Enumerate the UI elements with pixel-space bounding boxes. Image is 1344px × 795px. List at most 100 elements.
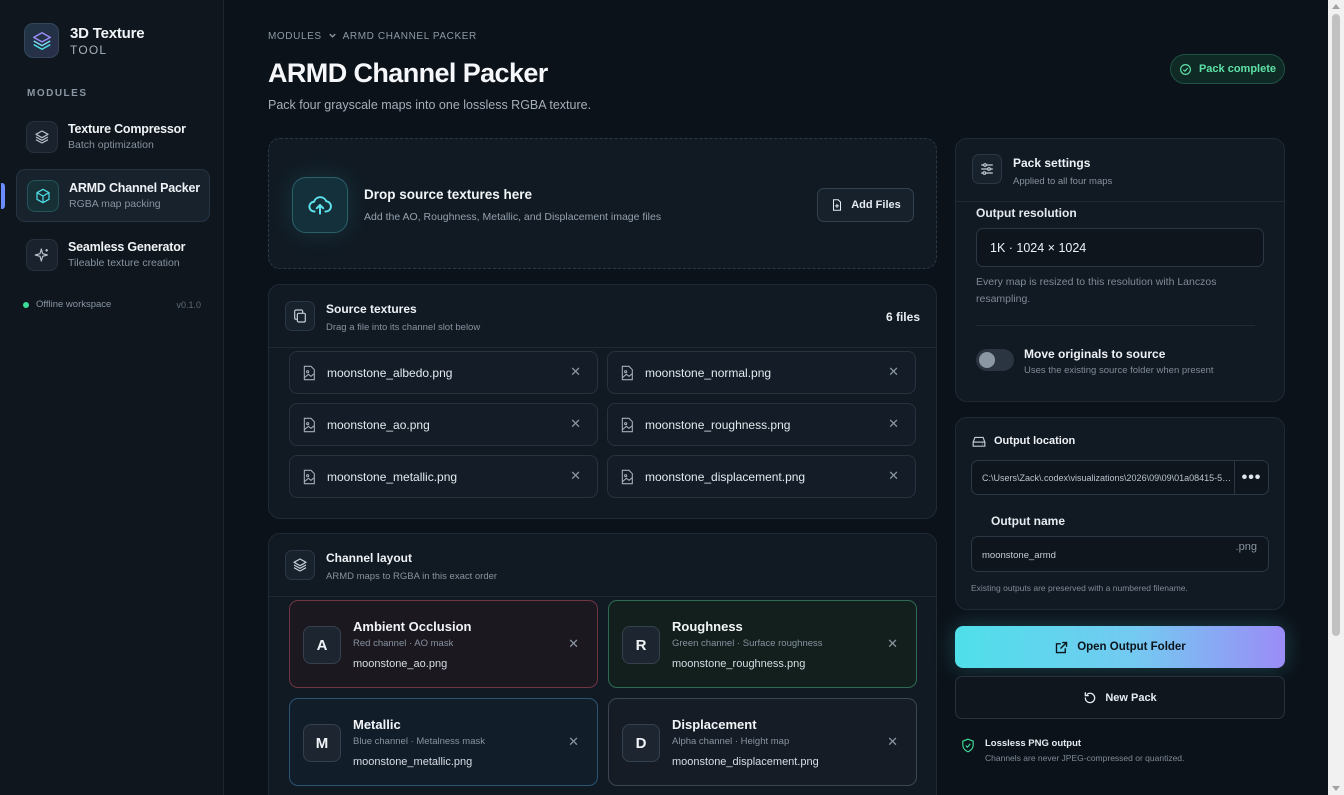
sidebar-item-armd-channel-packer[interactable]: ARMD Channel Packer RGBA map packing — [1, 169, 210, 222]
channel-file: moonstone_metallic.png — [353, 756, 473, 768]
remove-file-icon[interactable]: ✕ — [570, 468, 581, 484]
sparkle-icon — [26, 238, 58, 271]
scrollbar-thumb[interactable] — [1332, 14, 1340, 636]
source-file-name: moonstone_ao.png — [327, 417, 430, 432]
chevron-down-icon — [328, 31, 337, 42]
channel-file: moonstone_roughness.png — [672, 658, 806, 670]
channel-subtitle: Green channel · Surface roughness — [672, 638, 823, 649]
source-file-item[interactable]: moonstone_normal.png ✕ — [607, 351, 916, 394]
add-files-label: Add Files — [851, 199, 901, 211]
image-file-icon — [621, 365, 633, 380]
sidebar-item-title: Seamless Generator — [68, 240, 186, 254]
sidebar-item-subtitle: Tileable texture creation — [68, 257, 180, 269]
output-extension: .png — [1235, 541, 1257, 553]
channel-layout-title: Channel layout — [326, 551, 413, 565]
output-name-field[interactable]: moonstone_armd .png — [971, 536, 1269, 572]
brand: 3D Texture TOOL — [24, 23, 145, 58]
channel-layout-panel: Channel layout ARMD maps to RGBA in this… — [268, 533, 937, 795]
lossless-note: Lossless PNG output Channels are never J… — [961, 738, 1184, 763]
toggle-title: Move originals to source — [1024, 347, 1166, 361]
toggle-subtitle: Uses the existing source folder when pre… — [1024, 365, 1214, 376]
copy-icon — [285, 301, 315, 331]
channel-slot-metallic[interactable]: M Metallic Blue channel · Metalness mask… — [289, 698, 598, 786]
source-file-item[interactable]: moonstone_roughness.png ✕ — [607, 403, 916, 446]
sidebar-item-title: ARMD Channel Packer — [69, 181, 200, 195]
channel-subtitle: Blue channel · Metalness mask — [353, 736, 486, 747]
clear-channel-icon[interactable]: ✕ — [887, 636, 898, 652]
lossless-subtitle: Channels are never JPEG-compressed or qu… — [985, 753, 1185, 763]
dropzone-title: Drop source textures here — [364, 187, 533, 202]
status-label: Pack complete — [1198, 63, 1277, 75]
output-name-label: Output name — [991, 514, 1065, 528]
dropzone-subtitle: Add the AO, Roughness, Metallic, and Dis… — [364, 211, 662, 223]
channel-title: Displacement — [672, 717, 757, 732]
sidebar-item-seamless-generator[interactable]: Seamless Generator Tileable texture crea… — [16, 228, 210, 281]
refresh-icon — [1085, 691, 1096, 703]
source-file-name: moonstone_roughness.png — [645, 417, 791, 432]
pack-settings-subtitle: Applied to all four maps — [1013, 176, 1113, 187]
channel-slot-roughness[interactable]: R Roughness Green channel · Surface roug… — [608, 600, 917, 688]
remove-file-icon[interactable]: ✕ — [888, 468, 899, 484]
layers-icon — [285, 550, 315, 580]
source-file-item[interactable]: moonstone_albedo.png ✕ — [289, 351, 598, 394]
version-label: v0.1.0 — [176, 299, 201, 310]
external-link-icon — [1056, 641, 1068, 653]
channel-title: Ambient Occlusion — [353, 619, 472, 634]
more-icon[interactable]: ••• — [1234, 461, 1268, 494]
workspace-status: Offline workspace v0.1.0 — [23, 299, 201, 310]
resolution-label: Output resolution — [976, 206, 1077, 220]
move-originals-toggle[interactable] — [976, 349, 1014, 371]
clear-channel-icon[interactable]: ✕ — [887, 734, 898, 750]
source-textures-subtitle: Drag a file into its channel slot below — [326, 322, 481, 333]
sidebar-item-title: Texture Compressor — [68, 122, 186, 136]
channel-letter: M — [303, 724, 341, 762]
status-dot — [23, 301, 29, 308]
breadcrumb-root[interactable]: MODULES — [268, 31, 322, 42]
add-files-button[interactable]: Add Files — [817, 188, 914, 222]
source-file-item[interactable]: moonstone_ao.png ✕ — [289, 403, 598, 446]
source-file-item[interactable]: moonstone_displacement.png ✕ — [607, 455, 916, 498]
divider — [956, 201, 1284, 202]
divider — [976, 325, 1255, 326]
image-file-icon — [621, 417, 633, 432]
channel-slot-ao[interactable]: A Ambient Occlusion Red channel · AO mas… — [289, 600, 598, 688]
dropzone[interactable]: Drop source textures here Add the AO, Ro… — [268, 138, 937, 269]
source-file-name: moonstone_displacement.png — [645, 469, 806, 484]
source-file-name: moonstone_normal.png — [645, 365, 772, 380]
sidebar-item-texture-compressor[interactable]: Texture Compressor Batch optimization — [16, 110, 210, 163]
source-file-item[interactable]: moonstone_metallic.png ✕ — [289, 455, 598, 498]
layers-icon — [24, 23, 59, 58]
scroll-down-arrow-icon[interactable] — [1332, 786, 1340, 791]
breadcrumb: MODULES ARMD CHANNEL PACKER — [268, 31, 477, 42]
sidebar-section-label: MODULES — [27, 88, 88, 99]
clear-channel-icon[interactable]: ✕ — [568, 636, 579, 652]
resolution-select[interactable]: 1K · 1024 × 1024 — [976, 228, 1264, 267]
remove-file-icon[interactable]: ✕ — [888, 364, 899, 380]
clear-channel-icon[interactable]: ✕ — [568, 734, 579, 750]
channel-title: Metallic — [353, 717, 401, 732]
page-title: ARMD Channel Packer — [268, 58, 548, 88]
file-count: 6 files — [885, 310, 920, 324]
channel-slot-displacement[interactable]: D Displacement Alpha channel · Height ma… — [608, 698, 917, 786]
new-pack-button[interactable]: New Pack — [955, 676, 1285, 719]
channel-file: moonstone_displacement.png — [672, 756, 819, 768]
scrollbar[interactable] — [1328, 0, 1344, 795]
output-path-field[interactable]: C:\Users\Zack\.codex\visualizations\2026… — [971, 460, 1269, 495]
remove-file-icon[interactable]: ✕ — [888, 416, 899, 432]
image-file-icon — [303, 469, 315, 484]
output-help: Existing outputs are preserved with a nu… — [971, 583, 1188, 593]
scroll-up-arrow-icon[interactable] — [1332, 4, 1340, 9]
output-location-title: Output location — [994, 435, 1076, 447]
image-file-icon — [303, 417, 315, 432]
status-badge: Pack complete — [1170, 54, 1285, 84]
output-name-value: moonstone_armd — [982, 550, 1056, 561]
remove-file-icon[interactable]: ✕ — [570, 416, 581, 432]
open-output-folder-button[interactable]: Open Output Folder — [955, 626, 1285, 668]
channel-subtitle: Red channel · AO mask — [353, 638, 454, 649]
channel-letter: D — [622, 724, 660, 762]
stack-icon — [26, 120, 58, 153]
cloud-upload-icon — [292, 177, 348, 233]
sidebar: 3D Texture TOOL MODULES Texture Compress… — [0, 0, 224, 795]
remove-file-icon[interactable]: ✕ — [570, 364, 581, 380]
source-file-name: moonstone_albedo.png — [327, 365, 453, 380]
